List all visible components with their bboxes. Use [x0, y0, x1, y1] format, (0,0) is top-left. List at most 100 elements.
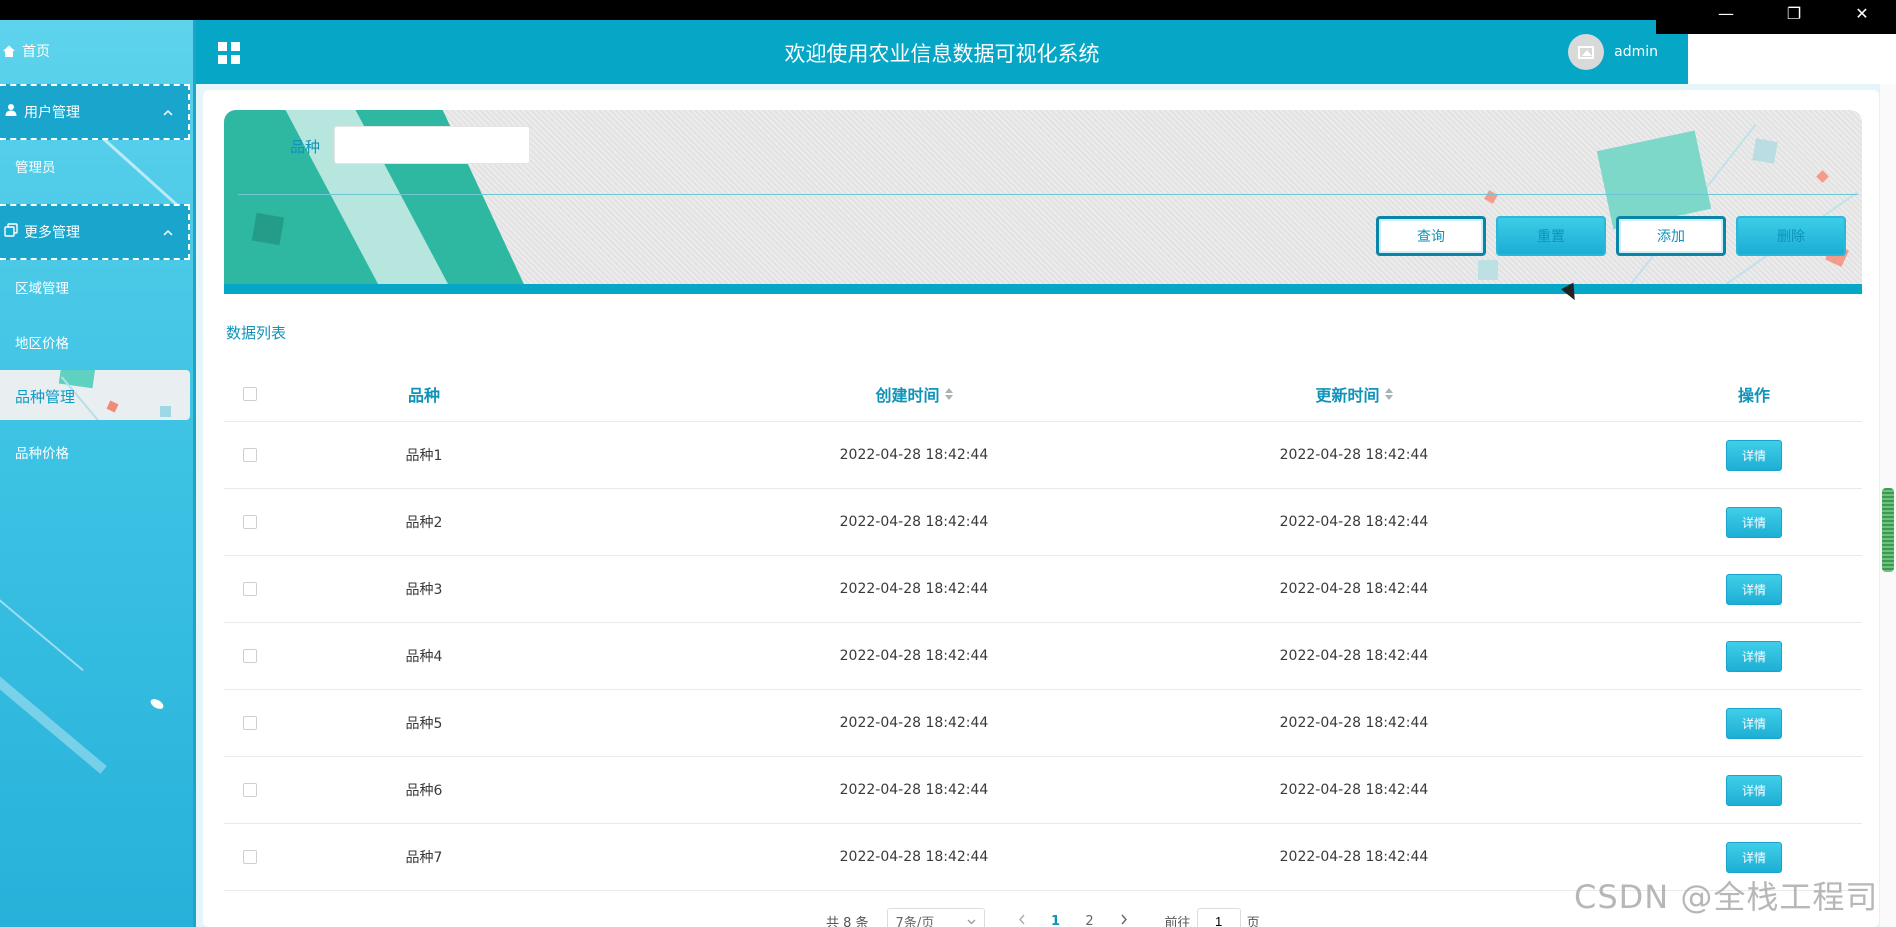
goto-page-input[interactable] — [1196, 908, 1241, 927]
page-size-select[interactable]: 7条/页 — [886, 908, 985, 927]
cell-action: 详情 — [1704, 489, 1804, 555]
page-size-value: 7条/页 — [895, 915, 935, 927]
sidebar-item-home[interactable]: 首页 — [0, 20, 195, 82]
decoration — [1484, 190, 1498, 204]
sidebar-item-region-price[interactable]: 地区价格 — [15, 332, 69, 352]
table-row: 品种2 2022-04-28 18:42:44 2022-04-28 18:42… — [224, 489, 1862, 556]
cell-name: 品种7 — [405, 850, 443, 866]
sidebar-item-variety-management[interactable]: 品种管理 — [0, 370, 190, 420]
row-select-cell — [224, 489, 276, 555]
column-header-label: 更新时间 — [1315, 385, 1380, 405]
banner-bottom-bar — [224, 284, 1862, 294]
window-titlebar — [0, 0, 1896, 20]
variety-search-input[interactable] — [334, 126, 530, 164]
decoration — [1478, 260, 1498, 280]
row-select-cell — [224, 757, 276, 823]
row-checkbox[interactable] — [243, 582, 257, 596]
column-header-action: 操作 — [1737, 385, 1770, 405]
row-checkbox[interactable] — [243, 649, 257, 663]
next-page-button[interactable] — [1107, 914, 1141, 927]
column-header-updated[interactable]: 更新时间 — [1164, 366, 1544, 421]
sidebar-decoration — [148, 697, 166, 711]
close-button[interactable]: ✕ — [1828, 0, 1896, 26]
cell-updated: 2022-04-28 18:42:44 — [1279, 715, 1429, 731]
cell-created: 2022-04-28 18:42:44 — [839, 648, 989, 664]
row-checkbox[interactable] — [243, 515, 257, 529]
sidebar-decoration — [0, 676, 107, 774]
cell-created: 2022-04-28 18:42:44 — [839, 447, 989, 463]
cell-updated: 2022-04-28 18:42:44 — [1279, 849, 1429, 865]
sidebar-item-label: 首页 — [22, 44, 50, 60]
cell-updated: 2022-04-28 18:42:44 — [1279, 514, 1429, 530]
add-button[interactable]: 添加 — [1616, 216, 1726, 256]
decoration — [160, 406, 171, 417]
detail-button[interactable]: 详情 — [1726, 640, 1782, 672]
row-checkbox[interactable] — [243, 448, 257, 462]
column-header-name: 品种 — [407, 385, 440, 405]
sidebar-group-user-management[interactable]: 用户管理 — [0, 84, 190, 140]
sidebar-item-admin[interactable]: 管理员 — [15, 156, 56, 176]
cell-action: 详情 — [1704, 757, 1804, 823]
chevron-down-icon — [967, 914, 976, 927]
username: admin — [1614, 44, 1658, 60]
goto-page: 前往 页 — [1165, 908, 1260, 927]
cell-created: 2022-04-28 18:42:44 — [839, 715, 989, 731]
detail-button[interactable]: 详情 — [1726, 506, 1782, 538]
pagination-total: 共 8 条 — [826, 915, 869, 927]
cell-created: 2022-04-28 18:42:44 — [839, 782, 989, 798]
cell-updated: 2022-04-28 18:42:44 — [1279, 447, 1429, 463]
sidebar-item-variety-price[interactable]: 品种价格 — [15, 442, 69, 462]
sidebar-group-label: 用户管理 — [24, 105, 80, 121]
sort-icon[interactable] — [944, 387, 953, 400]
table-row: 品种5 2022-04-28 18:42:44 2022-04-28 18:42… — [224, 690, 1862, 757]
search-banner: 品种 查询 重置 添加 删除 — [224, 110, 1862, 294]
cell-name: 品种4 — [405, 649, 443, 665]
sidebar-item-region[interactable]: 区域管理 — [15, 277, 69, 297]
page-number[interactable]: 2 — [1073, 914, 1107, 927]
prev-page-button[interactable] — [1005, 914, 1039, 927]
delete-button[interactable]: 删除 — [1736, 216, 1846, 256]
detail-button[interactable]: 详情 — [1726, 707, 1782, 739]
row-checkbox[interactable] — [243, 783, 257, 797]
reset-button[interactable]: 重置 — [1496, 216, 1606, 256]
user-menu[interactable]: admin — [1568, 34, 1658, 70]
detail-button[interactable]: 详情 — [1726, 439, 1782, 471]
row-checkbox[interactable] — [243, 716, 257, 730]
table-row: 品种3 2022-04-28 18:42:44 2022-04-28 18:42… — [224, 556, 1862, 623]
detail-button[interactable]: 详情 — [1726, 774, 1782, 806]
cell-updated: 2022-04-28 18:42:44 — [1279, 782, 1429, 798]
detail-button[interactable]: 详情 — [1726, 841, 1782, 873]
home-icon — [2, 44, 16, 58]
chevron-up-icon — [148, 105, 188, 119]
scrollbar-thumb[interactable] — [1882, 488, 1894, 572]
sidebar-decoration — [0, 598, 84, 672]
query-button[interactable]: 查询 — [1376, 216, 1486, 256]
cell-created: 2022-04-28 18:42:44 — [839, 849, 989, 865]
decoration — [106, 400, 119, 413]
sort-icon[interactable] — [1384, 387, 1393, 400]
row-select-cell — [224, 824, 276, 890]
column-header-created[interactable]: 创建时间 — [724, 366, 1104, 421]
page-title: 欢迎使用农业信息数据可视化系统 — [784, 42, 1100, 66]
search-label: 品种 — [290, 138, 321, 156]
cell-name: 品种6 — [405, 783, 443, 799]
select-all-checkbox[interactable] — [243, 386, 257, 401]
table-body: 品种1 2022-04-28 18:42:44 2022-04-28 18:42… — [224, 422, 1862, 891]
table-row: 品种4 2022-04-28 18:42:44 2022-04-28 18:42… — [224, 623, 1862, 690]
cell-action: 详情 — [1704, 422, 1804, 488]
row-select-cell — [224, 623, 276, 689]
cell-action: 详情 — [1704, 690, 1804, 756]
copy-icon — [4, 223, 18, 241]
window-controls: — ❐ ✕ — [1656, 0, 1896, 34]
row-checkbox[interactable] — [243, 850, 257, 864]
sidebar-group-more-management[interactable]: 更多管理 — [0, 204, 190, 260]
cell-action: 详情 — [1704, 556, 1804, 622]
cell-updated: 2022-04-28 18:42:44 — [1279, 648, 1429, 664]
detail-button[interactable]: 详情 — [1726, 573, 1782, 605]
row-select-cell — [224, 556, 276, 622]
restore-button[interactable]: ❐ — [1760, 0, 1828, 26]
page-number[interactable]: 1 — [1039, 914, 1073, 927]
cell-name: 品种3 — [405, 582, 443, 598]
table-row: 品种6 2022-04-28 18:42:44 2022-04-28 18:42… — [224, 757, 1862, 824]
minimize-button[interactable]: — — [1692, 0, 1760, 26]
